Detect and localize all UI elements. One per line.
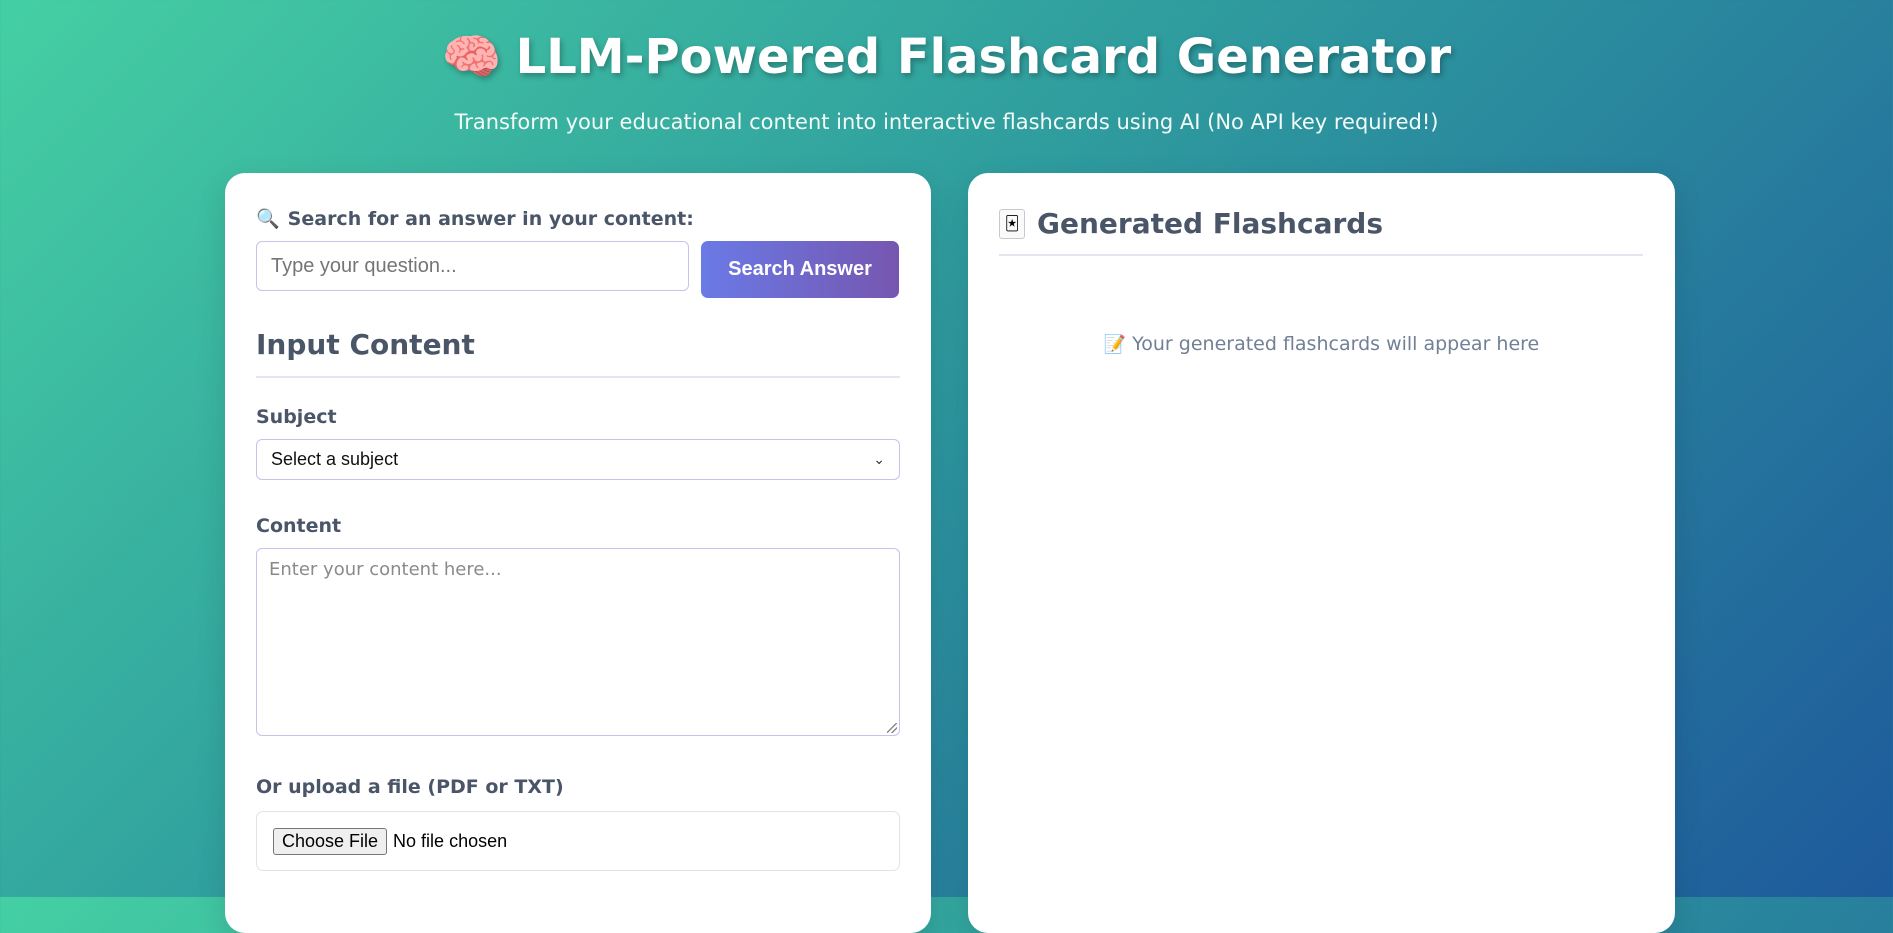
subject-label: Subject <box>256 406 337 428</box>
brain-icon: 🧠 <box>441 29 502 85</box>
resize-handle-icon[interactable] <box>887 723 897 733</box>
app-title: 🧠 LLM-Powered Flashcard Generator <box>0 28 1893 85</box>
content-textarea[interactable] <box>256 548 900 736</box>
upload-label: Or upload a file (PDF or TXT) <box>256 776 564 798</box>
subject-select[interactable]: Select a subject ⌄ <box>256 439 900 480</box>
subject-selected-value: Select a subject <box>271 449 399 469</box>
magnifier-icon: 🔍 <box>256 208 280 230</box>
content-label: Content <box>256 515 342 537</box>
question-input[interactable] <box>256 241 689 291</box>
empty-state-text: Your generated flashcards will appear he… <box>1132 333 1540 355</box>
file-upload-field[interactable]: Choose File No file chosen <box>256 811 900 871</box>
search-label-text: Search for an answer in your content: <box>287 207 694 230</box>
section-divider <box>256 376 900 378</box>
search-answer-button[interactable]: Search Answer <box>701 241 899 298</box>
app-subtitle: Transform your educational content into … <box>454 110 1439 134</box>
file-status: No file chosen <box>393 830 508 851</box>
choose-file-button[interactable]: Choose File <box>273 827 388 855</box>
search-label: 🔍 Search for an answer in your content: <box>256 207 694 231</box>
flashcards-header: 🃏 Generated Flashcards <box>999 207 1383 240</box>
flashcards-icon: 🃏 <box>999 208 1025 239</box>
empty-state: 📝 Your generated flashcards will appear … <box>968 333 1675 355</box>
input-content-title: Input Content <box>256 328 475 361</box>
flashcards-title: Generated Flashcards <box>1037 207 1383 240</box>
flashcards-divider <box>999 254 1643 256</box>
chevron-down-icon: ⌄ <box>873 451 885 467</box>
app-title-text: LLM-Powered Flashcard Generator <box>515 29 1452 85</box>
input-panel: 🔍 Search for an answer in your content: … <box>225 173 931 933</box>
memo-icon: 📝 <box>1103 333 1127 355</box>
flashcards-panel: 🃏 Generated Flashcards 📝 Your generated … <box>968 173 1675 933</box>
